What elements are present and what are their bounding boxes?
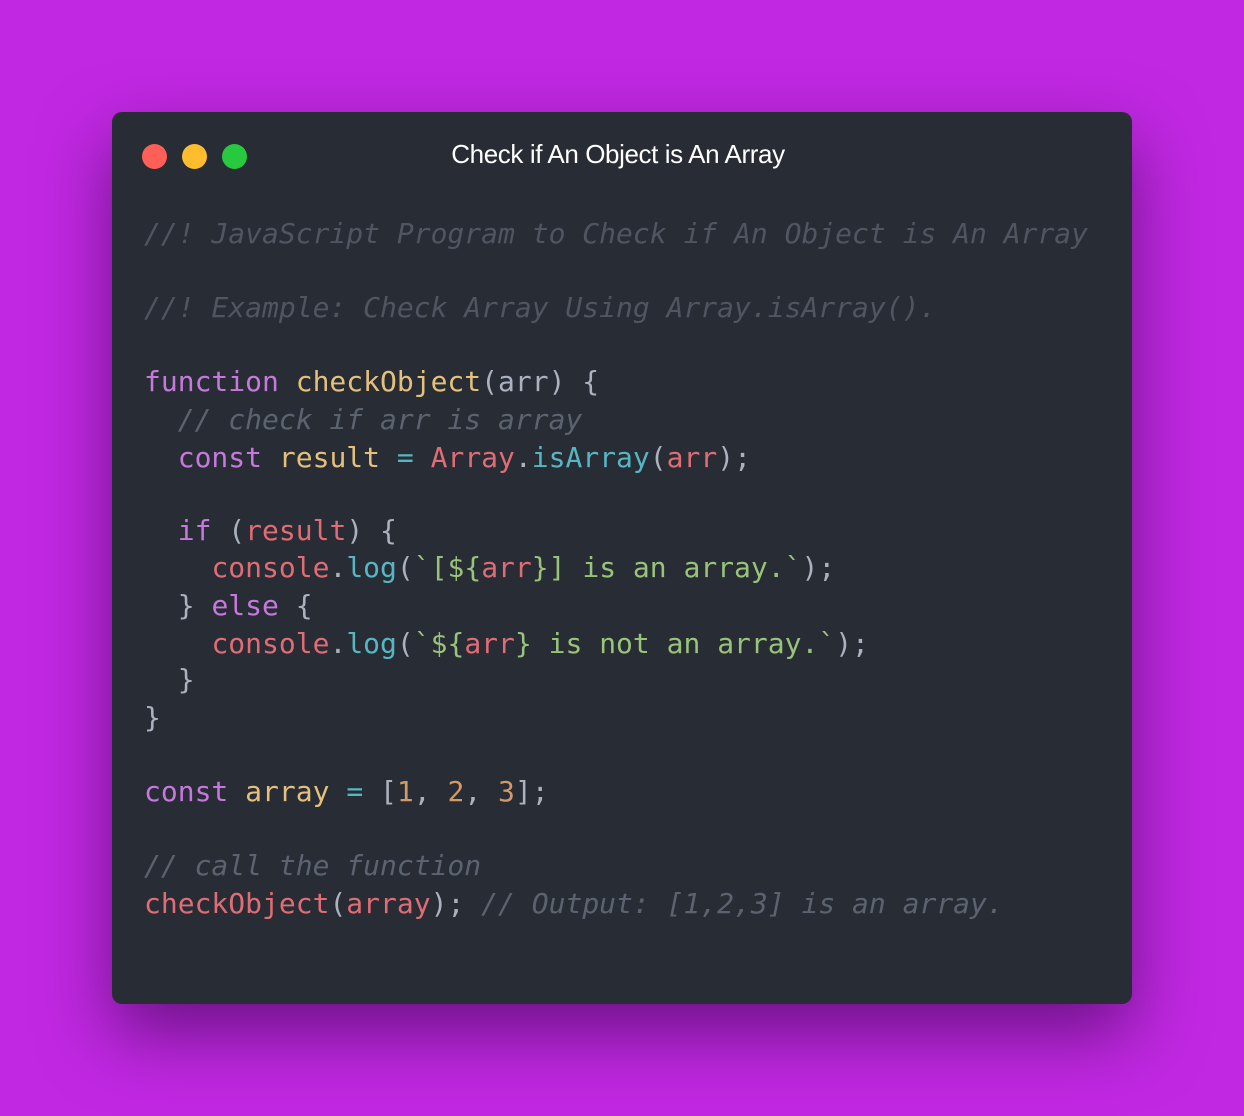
code-token: = (396, 441, 414, 474)
code-token: { (278, 589, 313, 622)
code-token: // Output: [1,2,3] is an array. (481, 887, 1004, 920)
code-token: ); (430, 887, 482, 920)
code-token: , (413, 775, 448, 808)
code-token: checkObject (144, 887, 330, 920)
code-line: // call the function (144, 847, 481, 885)
code-token: ]; (514, 775, 549, 808)
code-token: = (346, 775, 364, 808)
code-line: checkObject(array); // Output: [1,2,3] i… (144, 885, 1004, 923)
code-token: } (144, 701, 161, 734)
code-token: . (329, 627, 347, 660)
code-token: array (245, 775, 330, 808)
code-token: ); (835, 627, 869, 660)
code-token: ] is an array.` (548, 551, 802, 584)
code-token: . (329, 551, 347, 584)
code-token: 2 (447, 775, 465, 808)
code-token: console (211, 551, 330, 584)
code-line: console.log(`[${arr}] is an array.`); (144, 549, 835, 587)
code-token: } (514, 627, 532, 660)
code-line: } (144, 661, 195, 699)
code-line: console.log(`${arr} is not an array.`); (144, 625, 869, 663)
code-token: ${ (447, 551, 482, 584)
code-token: // check if arr is array (144, 403, 583, 436)
code-token: const (177, 441, 263, 474)
code-token: log (346, 627, 397, 660)
code-token: ( (396, 627, 414, 660)
code-token: result (245, 514, 347, 547)
code-token: //! Example: Check Array Using Array.isA… (144, 291, 937, 324)
code-token: isArray (531, 441, 650, 474)
code-token: `[ (413, 551, 448, 584)
code-line: function checkObject(arr) { (144, 363, 599, 401)
code-token: ( (649, 441, 667, 474)
code-token: 3 (498, 775, 515, 808)
code-line: if (result) { (144, 512, 397, 550)
code-token: ${ (430, 627, 465, 660)
code-window: Check if An Object is An Array //! JavaS… (112, 112, 1132, 1004)
code-line: } (144, 699, 161, 737)
code-token: ); (801, 551, 836, 584)
code-line: } else { (144, 587, 313, 625)
code-line: const array = [1, 2, 3]; (144, 773, 549, 811)
code-token: [ (363, 775, 397, 808)
code-block: //! JavaScript Program to Check if An Ob… (144, 112, 1124, 1004)
code-token: ` (413, 627, 431, 660)
code-token: result (278, 441, 381, 474)
code-line: // check if arr is array (144, 401, 583, 439)
code-line: //! Example: Check Array Using Array.isA… (144, 289, 936, 327)
code-token: log (346, 551, 397, 584)
code-token: } (144, 663, 195, 696)
code-token: , (464, 775, 499, 808)
code-token: } (144, 589, 212, 622)
code-token: } (531, 551, 549, 584)
code-token: Array (430, 441, 515, 474)
code-token: const (144, 775, 229, 808)
code-token: console (211, 627, 330, 660)
code-token: else (211, 589, 279, 622)
code-token: arr (498, 365, 549, 398)
code-token: arr (666, 441, 718, 474)
code-token: array (346, 887, 431, 920)
code-token: ) { (346, 514, 397, 547)
code-token: // call the function (144, 849, 482, 882)
code-token: ); (717, 441, 751, 474)
code-token: ) { (548, 365, 600, 398)
code-line: const result = Array.isArray(arr); (144, 439, 751, 477)
code-token: //! JavaScript Program to Check if An Ob… (144, 217, 1089, 250)
code-token: ( (329, 887, 347, 920)
code-token: . (514, 441, 532, 474)
code-token: 1 (396, 775, 414, 808)
code-line: //! JavaScript Program to Check if An Ob… (144, 215, 1088, 253)
code-token: arr (481, 551, 532, 584)
code-token: ( (396, 551, 414, 584)
code-token: function (144, 365, 279, 398)
code-token: ( (211, 514, 246, 547)
code-token: arr (464, 627, 515, 660)
code-token: checkObject (295, 365, 482, 398)
code-token: if (177, 514, 212, 547)
code-token: ( (481, 365, 499, 398)
code-token: is not an array.` (531, 627, 836, 660)
